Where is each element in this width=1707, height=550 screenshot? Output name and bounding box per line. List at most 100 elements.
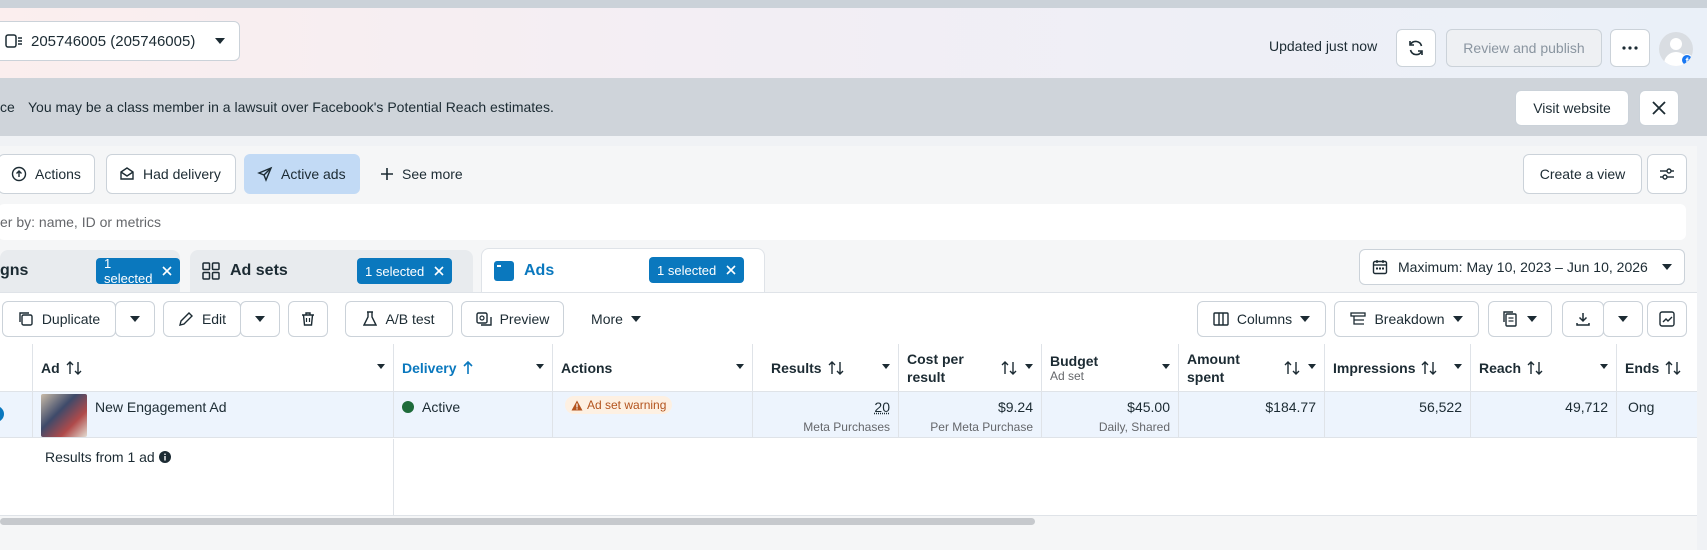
info-icon[interactable] [159,451,171,463]
column-menu-icon[interactable] [1454,364,1462,369]
column-menu-icon[interactable] [1600,364,1608,369]
toolbar: Duplicate Edit A/B test Preview More Col… [0,292,1697,344]
refresh-button[interactable] [1396,29,1436,67]
amount-spent-cell: $184.77 [1179,392,1325,438]
cost-value: $9.24 [997,399,1033,415]
col-delivery-label: Delivery [402,359,457,376]
preview-icon [475,311,492,327]
column-menu-icon[interactable] [1308,364,1316,369]
ad-name-cell[interactable]: New Engagement Ad [33,392,394,438]
ellipsis-icon [1622,46,1638,50]
edit-dropdown-button[interactable] [240,301,280,337]
ab-test-button[interactable]: A/B test [345,301,453,337]
search-input[interactable]: er by: name, ID or metrics [0,204,1686,240]
sort-icon[interactable] [1527,360,1543,375]
charts-button[interactable] [1647,301,1687,337]
duplicate-dropdown-button[interactable] [115,301,155,337]
chip-label: Active ads [281,166,346,182]
export-dropdown-button[interactable] [1603,301,1643,337]
create-view-button[interactable]: Create a view [1523,154,1642,194]
col-header-amount-spent[interactable]: Amount spent [1179,344,1325,392]
chip-label: Had delivery [143,166,221,182]
column-menu-icon[interactable] [1025,364,1033,369]
close-icon[interactable] [162,266,172,276]
columns-button[interactable]: Columns [1197,301,1326,337]
duplicate-icon [18,311,34,327]
close-icon[interactable] [434,266,444,276]
selected-count: 1 selected [365,263,425,279]
ad-set-warning-badge[interactable]: Ad set warning [565,396,673,414]
chevron-down-icon [1527,316,1537,322]
results-value[interactable]: 20 [874,399,890,415]
filter-chip-had-delivery[interactable]: Had delivery [106,154,236,194]
see-more-button[interactable]: See more [368,154,480,194]
view-settings-button[interactable] [1647,154,1687,194]
row-toggle-cell[interactable] [0,392,33,438]
export-button[interactable] [1562,301,1604,337]
more-button[interactable]: More [578,301,654,337]
preview-button[interactable]: Preview [461,301,564,337]
col-header-impressions[interactable]: Impressions [1325,344,1471,392]
close-banner-button[interactable] [1639,90,1679,126]
tab-ad-sets[interactable]: Ad sets 1 selected [190,250,473,292]
delivery-status: Active [422,399,461,415]
chevron-down-icon [130,316,140,322]
adsets-selected-badge[interactable]: 1 selected [357,258,453,284]
ad-name[interactable]: New Engagement Ad [95,399,227,415]
date-range-label: Maximum: May 10, 2023 – Jun 10, 2026 [1398,259,1648,275]
col-header-results[interactable]: Results [753,344,899,392]
col-header-budget[interactable]: Budget Ad set [1042,344,1179,392]
breakdown-button[interactable]: Breakdown [1334,301,1479,337]
refresh-icon [1407,39,1425,57]
review-and-publish-button[interactable]: Review and publish [1446,29,1602,67]
sort-icon[interactable] [66,360,82,375]
column-menu-icon[interactable] [882,364,890,369]
col-header-reach[interactable]: Reach [1471,344,1617,392]
budget-sub: Daily, Shared [1098,420,1170,434]
horizontal-scrollbar[interactable] [0,518,1035,525]
sort-ascending-icon[interactable] [462,360,474,375]
status-dot-icon [402,401,414,413]
col-header-ad[interactable]: Ad [33,344,394,392]
delete-button[interactable] [288,301,328,337]
col-header-delivery[interactable]: Delivery [394,344,553,392]
toggle-icon[interactable] [0,406,4,422]
columns-icon [1213,312,1229,326]
tab-ads[interactable]: Ads 1 selected [481,248,765,292]
avatar[interactable]: f [1659,32,1693,66]
ads-selected-badge[interactable]: 1 selected [649,257,745,283]
duplicate-button[interactable]: Duplicate [2,301,116,337]
reports-button[interactable] [1488,301,1552,337]
table-row[interactable]: New Engagement Ad Active Ad set warning … [0,392,1697,438]
report-icon [1503,311,1519,327]
column-menu-icon[interactable] [736,364,744,369]
tab-ad-sets-label: Ad sets [230,262,288,279]
tab-campaigns[interactable]: gns 1 selected [0,250,181,292]
close-icon[interactable] [726,265,736,275]
filter-chip-actions[interactable]: Actions [0,154,95,194]
sort-icon[interactable] [1665,360,1681,375]
sort-icon[interactable] [1001,361,1017,375]
account-selector[interactable]: 205746005 (205746005) [0,21,240,61]
more-label: More [591,311,623,327]
edit-button[interactable]: Edit [163,301,241,337]
col-header-ends[interactable]: Ends [1617,344,1697,392]
filter-chip-active-ads[interactable]: Active ads [244,154,360,194]
sort-icon[interactable] [1284,361,1300,375]
sort-icon[interactable] [828,360,844,375]
col-header-actions[interactable]: Actions [553,344,753,392]
date-range-picker[interactable]: Maximum: May 10, 2023 – Jun 10, 2026 [1359,249,1685,285]
visit-website-button[interactable]: Visit website [1515,90,1629,126]
col-ad-label: Ad [41,359,60,376]
chevron-down-icon [1618,316,1628,322]
campaigns-selected-badge[interactable]: 1 selected [96,256,181,286]
sort-icon[interactable] [1421,360,1437,375]
plus-icon [380,167,394,181]
notice-banner: ce You may be a class member in a lawsui… [0,78,1707,136]
budget-cell: $45.00 Daily, Shared [1042,392,1179,438]
column-menu-icon[interactable] [536,364,544,369]
more-options-button[interactable] [1610,29,1650,67]
column-menu-icon[interactable] [377,364,385,369]
column-menu-icon[interactable] [1162,364,1170,369]
col-header-cost-per-result[interactable]: Cost per result [899,344,1042,392]
